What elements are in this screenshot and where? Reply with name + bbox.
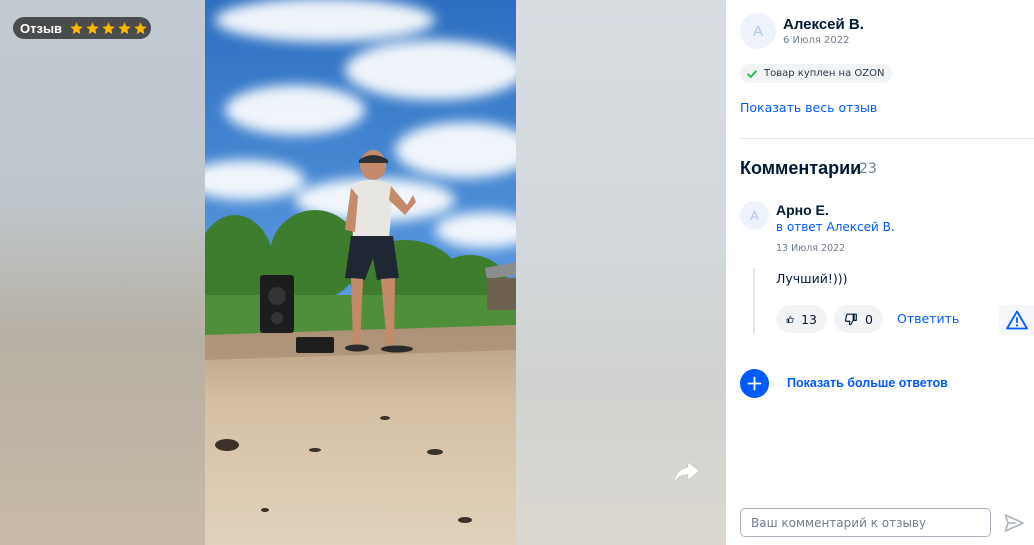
- review-date: 6 Июля 2022: [783, 35, 850, 46]
- blurred-backdrop-left: [0, 0, 205, 545]
- dislike-button[interactable]: 0: [834, 305, 883, 333]
- reply-button[interactable]: Ответить: [897, 311, 959, 326]
- purchased-badge: Товар куплен на OZON: [740, 64, 893, 83]
- show-more-replies-label[interactable]: Показать больше ответов: [787, 376, 948, 390]
- thread-line: [753, 268, 755, 334]
- star-icon: [70, 21, 83, 34]
- comment-input[interactable]: [740, 508, 991, 537]
- star-icon: [118, 21, 131, 34]
- review-side-panel: А Алексей В. 6 Июля 2022 Товар куплен на…: [726, 0, 1034, 545]
- plus-icon: [747, 376, 762, 391]
- thumbs-up-icon: [786, 315, 794, 323]
- dislike-count: 0: [865, 311, 873, 327]
- comments-title: Комментарии: [740, 158, 862, 178]
- send-icon[interactable]: [1003, 512, 1025, 534]
- comment-text: Лучший!))): [776, 271, 848, 286]
- photo-illustration: [205, 0, 516, 545]
- commenter-avatar: А: [740, 201, 769, 230]
- comments-count: 23: [859, 161, 877, 177]
- star-icon: [134, 21, 147, 34]
- star-rating: [69, 21, 148, 36]
- star-icon: [102, 21, 115, 34]
- reply-to-link[interactable]: в ответ Алексей В.: [776, 220, 895, 234]
- show-more-replies-button[interactable]: [740, 369, 769, 398]
- report-button[interactable]: [999, 305, 1034, 335]
- divider: [740, 138, 1034, 139]
- review-badge-label: Отзыв: [20, 20, 63, 36]
- like-button[interactable]: 13: [776, 305, 827, 333]
- author-name[interactable]: Алексей В.: [783, 16, 864, 33]
- show-full-review-link[interactable]: Показать весь отзыв: [740, 100, 877, 115]
- review-rating-badge: Отзыв: [13, 17, 151, 39]
- warning-icon: [1005, 310, 1028, 330]
- comment-date: 13 Июля 2022: [776, 243, 846, 254]
- like-count: 13: [801, 311, 817, 327]
- author-avatar: А: [740, 13, 776, 49]
- thumbs-down-icon: [844, 313, 857, 325]
- star-icon: [86, 21, 99, 34]
- purchased-label: Товар куплен на OZON: [764, 68, 885, 79]
- commenter-name[interactable]: Арно Е.: [776, 202, 829, 218]
- share-arrow-icon[interactable]: [672, 458, 700, 486]
- media-viewer: Отзыв: [0, 0, 726, 545]
- review-photo[interactable]: [205, 0, 516, 545]
- check-icon: [747, 69, 757, 78]
